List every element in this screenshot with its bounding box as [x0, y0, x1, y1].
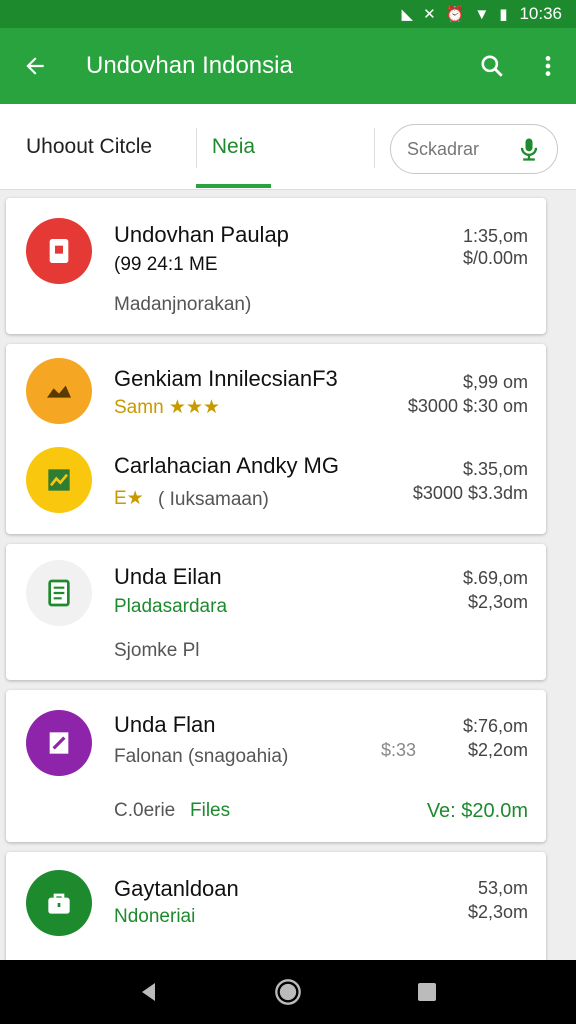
status-time: 10:36	[519, 4, 562, 23]
tab-bar: Uhoout Citcle Neia	[0, 104, 576, 190]
list-item[interactable]: Carlahacian Andky MG E★ ( Iuksamaan) $.3…	[6, 439, 546, 534]
item-name: Gaytanldoan	[114, 876, 239, 901]
wifi-icon: ▼	[474, 5, 490, 23]
item-amount: $/0.00m	[462, 248, 528, 268]
app-bar: Undovhan Indonsia	[0, 28, 576, 104]
nfc-icon: ◣	[401, 6, 414, 23]
item-amount: $3000 $:30 om	[407, 396, 528, 416]
files-link[interactable]: Files	[190, 800, 230, 822]
battery-icon: ▮	[499, 6, 508, 23]
list-card: Unda Flan Falonan (snagoahia) C.0erie Fi…	[6, 690, 546, 842]
no-sim-icon: ✕	[423, 6, 436, 23]
item-time: $:76,om	[462, 716, 528, 736]
search-box[interactable]	[390, 124, 558, 174]
list-item[interactable]: Unda Eilan Pladasardara Sjomke Pl $.69,o…	[6, 544, 546, 680]
mic-icon[interactable]	[515, 135, 543, 163]
tab-uhoout-citcle[interactable]: Uhoout Citcle	[26, 104, 152, 190]
item-time: 1:35,om	[462, 226, 528, 246]
alarm-icon: ⏰	[445, 6, 465, 23]
item-time: $.69,om	[462, 568, 528, 588]
edit-icon	[26, 710, 92, 776]
list-item[interactable]: Genkiam InnilecsianF3 Samn ★★★ $,99 om $…	[6, 344, 546, 439]
list-card: Unda Eilan Pladasardara Sjomke Pl $.69,o…	[6, 544, 546, 680]
item-sub: Falonan (snagoahia)	[114, 746, 289, 767]
item-time: $.35,om	[462, 459, 528, 479]
item-note: C.0erie	[114, 800, 176, 821]
item-name: Carlahacian Andky MG	[114, 453, 339, 478]
item-note: Sjomke Pl	[114, 640, 200, 661]
item-name: Undovhan Paulap	[114, 222, 289, 247]
home-nav-icon[interactable]	[258, 962, 318, 1022]
chart-icon	[26, 447, 92, 513]
document-icon	[26, 218, 92, 284]
recents-nav-icon[interactable]	[397, 962, 457, 1022]
item-time: $,99 om	[462, 372, 528, 392]
list-card: Genkiam InnilecsianF3 Samn ★★★ $,99 om $…	[6, 344, 546, 534]
back-arrow-icon[interactable]	[0, 28, 70, 104]
item-name: Unda Flan	[114, 712, 216, 737]
item-time: 53,om	[477, 878, 528, 898]
list-item[interactable]: Gaytanldoan Ndoneriai 53,om $2,3om	[6, 852, 546, 960]
list-item[interactable]: Unda Flan Falonan (snagoahia) C.0erie Fi…	[6, 690, 546, 842]
tab-neia[interactable]: Neia	[196, 104, 271, 190]
item-amount: $3000 $3.3dm	[412, 483, 528, 503]
list-icon	[26, 560, 92, 626]
item-amount: $2,2om	[467, 740, 528, 760]
item-sub: Samn ★★★	[114, 397, 221, 418]
item-amount: $2,3om	[467, 902, 528, 922]
item-name: Unda Eilan	[114, 564, 222, 589]
briefcase-icon	[26, 870, 92, 936]
app-title: Undovhan Indonsia	[86, 52, 293, 79]
item-amount: $2,3om	[467, 592, 528, 612]
system-nav-bar	[0, 960, 576, 1024]
item-sub-detail: ( Iuksamaan)	[158, 489, 269, 510]
item-sub: Ndoneriai	[114, 906, 196, 927]
map-pin-icon	[26, 358, 92, 424]
item-sub: Pladasardara	[114, 596, 228, 617]
item-amount-prefix: $:33	[380, 740, 416, 760]
item-name: Genkiam InnilecsianF3	[114, 366, 338, 391]
item-footer-value: Ve: $20.0m	[426, 800, 528, 822]
search-icon[interactable]	[464, 28, 520, 104]
list-card: Gaytanldoan Ndoneriai 53,om $2,3om	[6, 852, 546, 960]
item-sub: E★	[114, 488, 144, 509]
status-bar: ◣ ✕ ⏰ ▼ ▮ 10:36	[0, 0, 576, 28]
more-vert-icon[interactable]	[520, 28, 576, 104]
item-sub: (99 24:1 ME	[114, 254, 218, 275]
back-nav-icon[interactable]	[119, 962, 179, 1022]
search-input[interactable]	[407, 138, 507, 160]
list-card: Undovhan Paulap (99 24:1 ME Madanjnoraka…	[6, 198, 546, 334]
list-item[interactable]: Undovhan Paulap (99 24:1 ME Madanjnoraka…	[6, 198, 546, 334]
tab-divider	[374, 128, 375, 168]
item-note: Madanjnorakan)	[114, 294, 252, 315]
